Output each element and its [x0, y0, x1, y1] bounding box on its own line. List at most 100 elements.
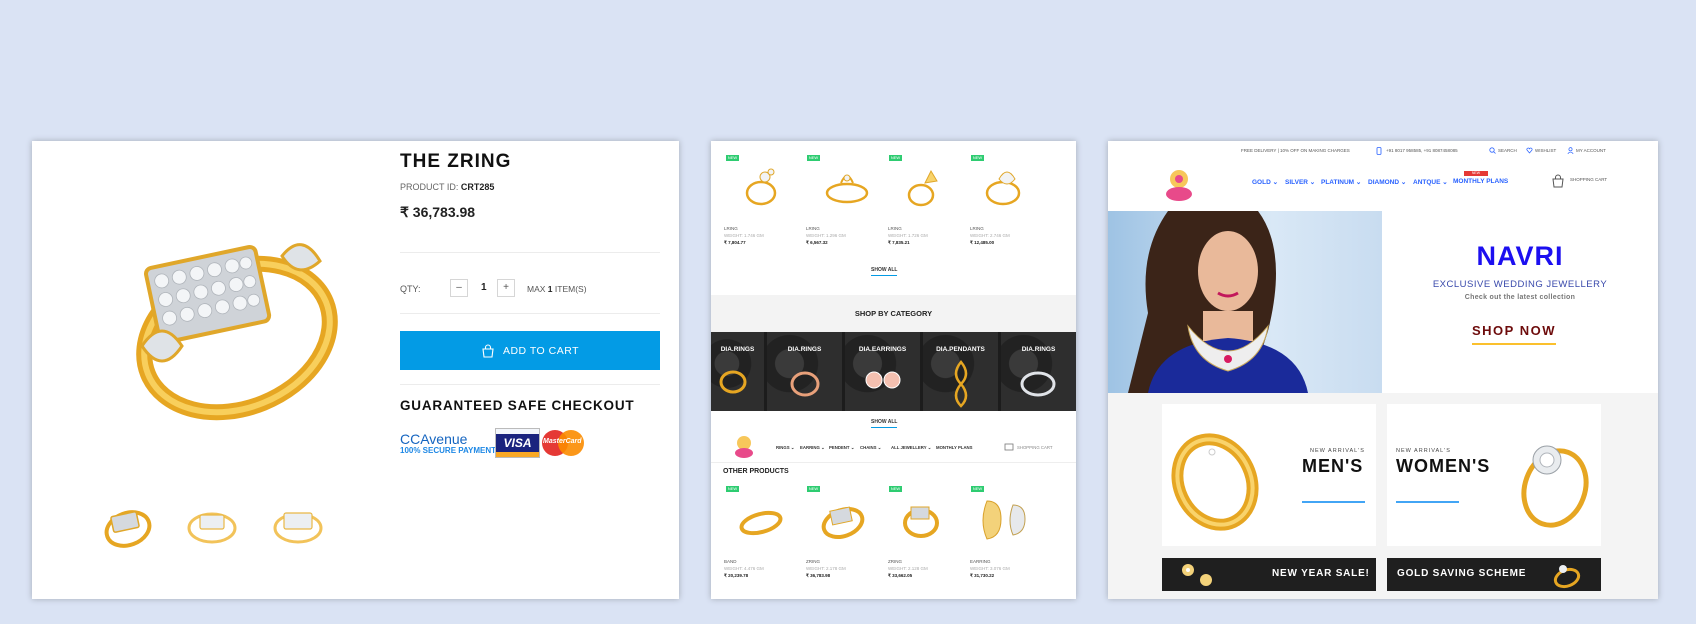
topbar-search[interactable]: SEARCH [1498, 148, 1517, 153]
other-products-heading: OTHER PRODUCTS [723, 468, 789, 475]
divider [400, 252, 660, 253]
new-badge: NEW [807, 486, 820, 492]
product-image[interactable] [975, 495, 1045, 545]
new-badge: NEW [726, 486, 739, 492]
womens-underline [1396, 501, 1459, 503]
nav-item-antque[interactable]: ANTQUE ⌄ [1413, 178, 1448, 186]
heart-icon[interactable] [1526, 147, 1533, 154]
hero-subtitle: EXCLUSIVE WEDDING JEWELLERY [1432, 279, 1608, 290]
product-price: ₹ 12,485.00 [970, 240, 995, 245]
hero-text-area: NAVRI EXCLUSIVE WEDDING JEWELLERY Check … [1382, 211, 1658, 393]
product-price: ₹ 36,783.98 [400, 204, 476, 220]
nav-item-monthly-plans[interactable]: MONTHLY PLANS [1453, 178, 1508, 185]
womens-new-arrivals: NEW ARRIVAL'S [1396, 448, 1451, 454]
product-name: BAND [724, 559, 737, 564]
category-tile[interactable]: DIA.RINGS [711, 332, 764, 411]
category-strip: DIA.RINGS DIA.RINGS DIA.EARRINGS DIA.PEN… [711, 332, 1076, 411]
hero-title: NAVRI [1476, 241, 1564, 271]
mastercard-logo: MasterCard [542, 430, 594, 456]
cart-icon[interactable] [1004, 441, 1014, 451]
product-image[interactable] [981, 163, 1033, 209]
womens-title: WOMEN'S [1396, 456, 1491, 476]
nav-item-gold[interactable]: GOLD ⌄ [1252, 178, 1278, 186]
product-name: EARRING [970, 559, 991, 564]
nav-item-chains[interactable]: CHAINS ⌄ [860, 445, 881, 451]
product-meta: WEIGHT: 2.178 GM [806, 566, 846, 571]
thumbnail-1[interactable] [100, 501, 156, 551]
home-panel: FREE DELIVERY | 10% OFF ON MAKING CHARGE… [1108, 141, 1658, 599]
listing-panel: NEW NEW NEW NEW LRING WEIGHT: 1.746 GM ₹… [711, 141, 1076, 599]
gold-saving-banner[interactable]: GOLD SAVING SCHEME [1387, 558, 1601, 591]
show-all-link[interactable]: SHOW ALL [871, 267, 898, 276]
new-year-sale-label: NEW YEAR SALE! [1272, 568, 1370, 579]
product-title: THE ZRING [400, 151, 512, 172]
new-badge: NEW [889, 155, 902, 161]
shop-by-category-heading: SHOP BY CATEGORY [711, 295, 1076, 332]
nav-item-platinum[interactable]: PLATINUM ⌄ [1321, 178, 1361, 186]
nav-item-silver[interactable]: SILVER ⌄ [1285, 178, 1315, 186]
product-price: ₹ 36,783.98 [806, 573, 831, 578]
visa-logo: VISA [495, 428, 540, 458]
deity-logo-icon [735, 436, 753, 458]
thumbnail-2[interactable] [184, 501, 240, 551]
product-meta: WEIGHT: 1.746 GM [724, 233, 764, 238]
shop-now-button[interactable]: SHOP NOW [1472, 323, 1556, 345]
product-image[interactable] [733, 501, 789, 541]
nav-item-pendent[interactable]: PENDENT ⌄ [829, 445, 854, 451]
topbar-account[interactable]: MY ACCOUNT [1576, 148, 1606, 153]
category-tile[interactable]: DIA.RINGS [1001, 332, 1076, 411]
product-image[interactable] [739, 163, 787, 209]
product-price: ₹ 7,835.21 [888, 240, 910, 245]
product-price: ₹ 6,567.32 [806, 240, 828, 245]
new-year-sale-banner[interactable]: NEW YEAR SALE! [1162, 558, 1376, 591]
new-badge: NEW [889, 486, 902, 492]
product-name: ZRING [888, 559, 902, 564]
thumbnail-3[interactable] [270, 501, 326, 551]
topbar-delivery: FREE DELIVERY | 10% OFF ON MAKING CHARGE… [1241, 148, 1350, 153]
user-icon[interactable] [1567, 147, 1574, 154]
womens-card[interactable]: NEW ARRIVAL'S WOMEN'S [1387, 404, 1601, 546]
category-tile[interactable]: DIA.PENDANTS [923, 332, 998, 411]
new-scheme-badge: NEW SCHEME [1464, 171, 1488, 180]
qty-value[interactable]: 1 [481, 282, 487, 293]
product-price: ₹ 7,804.77 [724, 240, 746, 245]
product-name: LRING [970, 226, 984, 231]
show-all-link[interactable]: SHOW ALL [871, 419, 898, 428]
nav-item-all-jewellery[interactable]: ALL JEWELLERY ⌄ [891, 445, 931, 451]
new-badge: NEW [971, 486, 984, 492]
product-image[interactable] [819, 163, 875, 209]
ring-icon [1553, 565, 1581, 589]
product-image[interactable] [815, 497, 871, 543]
category-tile[interactable]: DIA.EARRINGS [845, 332, 920, 411]
divider [400, 384, 660, 385]
mens-card[interactable]: NEW ARRIVAL'S MEN'S [1162, 404, 1376, 546]
max-value: 1 [547, 284, 553, 294]
topbar-wishlist[interactable]: WISHLIST [1535, 148, 1556, 153]
hero-model-image [1108, 211, 1382, 393]
add-to-cart-button[interactable]: ADD TO CART [400, 331, 660, 370]
model-illustration [1128, 211, 1308, 393]
category-tile[interactable]: DIA.RINGS [767, 332, 842, 411]
guaranteed-checkout-heading: GUARANTEED SAFE CHECKOUT [400, 398, 635, 413]
product-image[interactable] [897, 497, 945, 543]
search-icon[interactable] [1489, 147, 1496, 154]
ccavenue-secure: 100% SECURE PAYMENT [400, 446, 497, 455]
shopping-cart-label[interactable]: SHOPPING CART [1570, 177, 1607, 182]
nav-item-rings[interactable]: RINGS ⌄ [776, 445, 794, 451]
nav-item-earring[interactable]: EARRING ⌄ [800, 445, 825, 451]
product-image[interactable] [901, 163, 949, 209]
nav-cart-label[interactable]: SHOPPING CART [1017, 445, 1053, 450]
nav-item-monthly-plans[interactable]: MONTHLY PLANS [936, 445, 973, 450]
deity-logo-icon[interactable] [1164, 166, 1194, 202]
qty-minus-button[interactable]: – [450, 279, 468, 297]
jewellery-icon [1182, 564, 1212, 586]
new-badge: NEW [807, 155, 820, 161]
qty-plus-button[interactable]: + [497, 279, 515, 297]
mens-underline [1302, 501, 1365, 503]
ccavenue-wordmark: CCAvenue [400, 431, 468, 447]
cart-icon[interactable] [1551, 174, 1565, 188]
product-meta: WEIGHT: 4.476 GM [724, 566, 764, 571]
hero-tagline: Check out the latest collection [1464, 294, 1576, 301]
max-label: MAX [527, 284, 546, 294]
nav-item-diamond[interactable]: DIAMOND ⌄ [1368, 178, 1406, 186]
